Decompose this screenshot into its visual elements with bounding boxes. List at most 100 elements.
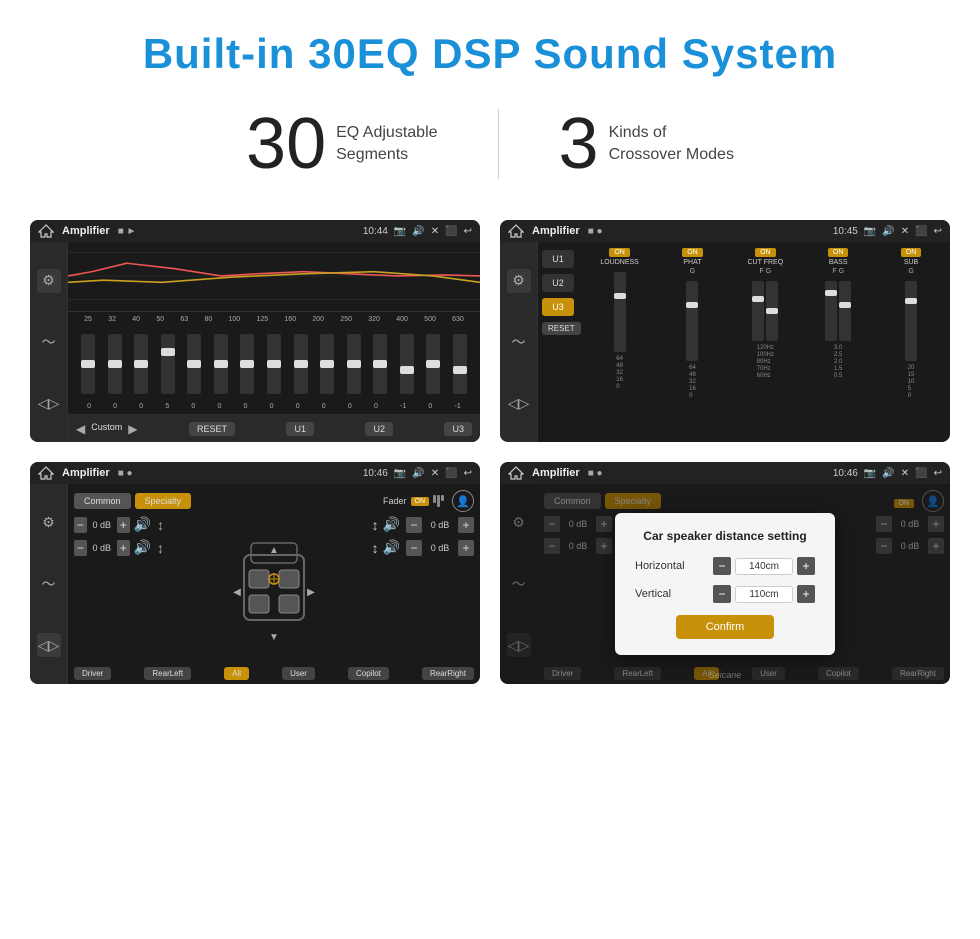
eq-slider-8[interactable] [262,334,287,394]
dialog-overlay: Car speaker distance setting Horizontal … [500,484,950,684]
specialty-btn[interactable]: Specialty [135,493,192,509]
channel-cutfreq: ON CUT FREQ F G [730,248,800,436]
stats-row: 30 EQ Adjustable Segments 3 Kinds of Cro… [0,88,980,210]
spk-vol-icon[interactable]: ◁▷ [37,633,61,657]
eq-freq-labels: 2532 4050 6380 100125 160200 250320 4005… [76,316,472,323]
eq-curve-svg [68,242,480,311]
eq-wave-icon[interactable]: 〜 [37,330,61,354]
all-btn[interactable]: All [224,667,249,680]
home-icon-2 [508,224,524,238]
channel-bass: ON BASS F G [803,248,873,436]
eq-slider-2[interactable] [103,334,128,394]
eq-slider-7[interactable] [235,334,260,394]
cross-u3-btn[interactable]: U3 [542,298,574,316]
vertical-minus-btn[interactable]: − [713,585,731,603]
horizontal-plus-btn[interactable]: + [797,557,815,575]
db-plus-rl[interactable]: + [117,540,130,556]
reset-button[interactable]: RESET [189,422,235,436]
eq-slider-11[interactable] [341,334,366,394]
eq-slider-5[interactable] [182,334,207,394]
eq-number: 30 [246,108,326,180]
db-plus-fr[interactable]: + [458,517,474,533]
cross-vol-icon[interactable]: ◁▷ [507,391,531,415]
eq-slider-3[interactable] [129,334,154,394]
screen-dialog: Amplifier ■ ● 10:46 📷 🔊 ✕ ⬛ ↩ ⚙ 〜 ◁▷ [500,462,950,684]
db-plus-fl[interactable]: + [117,517,130,533]
svg-text:◀: ◀ [233,587,241,598]
eq-slider-9[interactable] [288,334,313,394]
screen4-time: 10:46 [833,468,858,479]
db-control-rear-left: − 0 dB + 🔊 ↕ [74,539,164,556]
vertical-plus-btn[interactable]: + [797,585,815,603]
vertical-label: Vertical [635,588,705,600]
screen3-sidebar: ⚙ 〜 ◁▷ [30,484,68,684]
db-minus-fl[interactable]: − [74,517,87,533]
eq-stat: 30 EQ Adjustable Segments [186,108,498,180]
eq-slider-14[interactable] [421,334,446,394]
eq-slider-6[interactable] [209,334,234,394]
screen2-sidebar: ⚙ 〜 ◁▷ [500,242,538,442]
channel-phat: ON PHAT G 64 48 32 16 0 [658,248,728,436]
driver-btn[interactable]: Driver [74,667,111,680]
car-diagram-svg: ▲ ▼ ◀ ▶ [229,535,319,645]
eq-slider-4[interactable] [156,334,181,394]
horizontal-value: 140cm [735,558,793,575]
home-icon-3 [38,466,54,480]
dialog-horizontal-row: Horizontal − 140cm + [635,557,815,575]
u3-button[interactable]: U3 [444,422,472,436]
cross-reset-btn[interactable]: RESET [542,322,581,335]
status-bar-1: Amplifier ■ ► 10:44 📷 🔊 ✕ ⬛ ↩ [30,220,480,242]
db-control-rear-right: ↕ 🔊 − 0 dB + [372,539,474,556]
cross-tune-icon[interactable]: ⚙ [507,269,531,293]
eq-slider-13[interactable] [394,334,419,394]
db-plus-rr[interactable]: + [458,540,474,556]
eq-sliders-area: 2532 4050 6380 100125 160200 250320 4005… [68,312,480,414]
screen3-main: Common Specialty Fader ON 👤 [68,484,480,684]
u1-button[interactable]: U1 [286,422,314,436]
db-value-rr: 0 dB [426,543,454,553]
cross-u-buttons: U1 U2 U3 RESET [542,248,581,436]
status-bar-4: Amplifier ■ ● 10:46 📷 🔊 ✕ ⬛ ↩ [500,462,950,484]
screen-eq: Amplifier ■ ► 10:44 📷 🔊 ✕ ⬛ ↩ ⚙ 〜 ◁▷ [30,220,480,442]
eq-next-icon[interactable]: ▶ [128,422,137,436]
copilot-btn[interactable]: Copilot [348,667,389,680]
horizontal-minus-btn[interactable]: − [713,557,731,575]
confirm-button[interactable]: Confirm [676,615,775,639]
vertical-value: 110cm [735,586,793,603]
screen1-time: 10:44 [363,226,388,237]
screen-crossover: Amplifier ■ ● 10:45 📷 🔊 ✕ ⬛ ↩ ⚙ 〜 ◁▷ [500,220,950,442]
cross-u1-btn[interactable]: U1 [542,250,574,268]
right-db-controls: ↕ 🔊 − 0 dB + ↕ 🔊 − 0 dB + [384,516,474,663]
rear-left-btn[interactable]: RearLeft [144,667,191,680]
fader-label: Fader [383,496,407,506]
eq-slider-10[interactable] [315,334,340,394]
screen1-mode: Custom [91,422,122,436]
u2-button[interactable]: U2 [365,422,393,436]
db-minus-rl[interactable]: − [74,540,87,556]
eq-slider-12[interactable] [368,334,393,394]
db-value-rl: 0 dB [91,543,113,553]
eq-slider-1[interactable] [76,334,101,394]
cross-wave-icon[interactable]: 〜 [507,330,531,354]
common-btn[interactable]: Common [74,493,131,509]
screen2-main: U1 U2 U3 RESET ON LOUDNESS [538,242,950,442]
db-minus-fr[interactable]: − [406,517,422,533]
rear-right-btn[interactable]: RearRight [422,667,474,680]
user-profile-icon[interactable]: 👤 [452,490,474,512]
cross-u2-btn[interactable]: U2 [542,274,574,292]
dialog-title: Car speaker distance setting [635,529,815,543]
spk-tune-icon[interactable]: ⚙ [37,511,61,535]
db-minus-rr[interactable]: − [406,540,422,556]
spk-wave-icon[interactable]: 〜 [37,572,61,596]
eq-vol-icon[interactable]: ◁▷ [37,391,61,415]
svg-text:▲: ▲ [269,545,279,556]
screen3-title: Amplifier [62,467,110,479]
eq-prev-icon[interactable]: ◀ [76,422,85,436]
eq-slider-15[interactable] [447,334,472,394]
screen3-content: ⚙ 〜 ◁▷ Common Specialty Fader ON [30,484,480,684]
user-btn[interactable]: User [282,667,315,680]
status-bar-3: Amplifier ■ ● 10:46 📷 🔊 ✕ ⬛ ↩ [30,462,480,484]
vertical-input-group: − 110cm + [713,585,815,603]
eq-tune-icon[interactable]: ⚙ [37,269,61,293]
db-control-front-right: ↕ 🔊 − 0 dB + [372,516,474,533]
